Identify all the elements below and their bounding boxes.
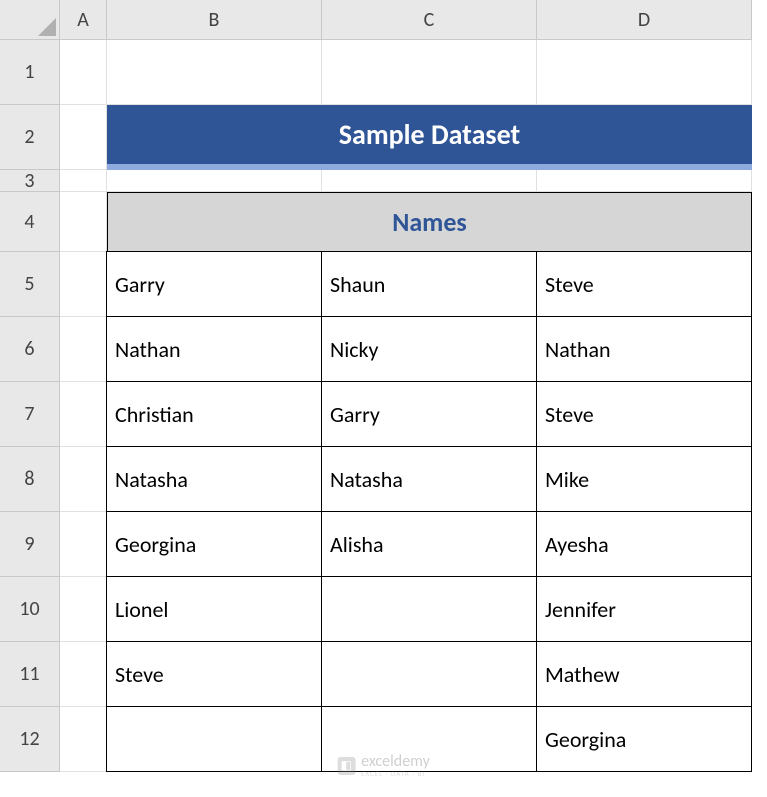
cell-b1[interactable] (107, 40, 322, 105)
col-header-a[interactable]: A (60, 0, 107, 40)
spreadsheet-grid: A B C D 1 2 Sample Dataset 3 4 Names 5 G… (0, 0, 767, 772)
row-header-1[interactable]: 1 (0, 40, 60, 105)
cell-b7[interactable]: Christian (106, 381, 322, 447)
cell-d1[interactable] (537, 40, 752, 105)
row-header-9[interactable]: 9 (0, 512, 60, 577)
cell-b8[interactable]: Natasha (106, 446, 322, 512)
title-cell[interactable]: Sample Dataset (107, 105, 752, 170)
cell-d12[interactable]: Georgina (536, 706, 752, 772)
col-header-c[interactable]: C (322, 0, 537, 40)
col-header-b[interactable]: B (107, 0, 322, 40)
select-all-corner[interactable] (0, 0, 60, 40)
watermark-sub: EXCEL · DATA · BI (361, 770, 430, 777)
cell-c5[interactable]: Shaun (321, 251, 537, 317)
cell-c8[interactable]: Natasha (321, 446, 537, 512)
cell-d8[interactable]: Mike (536, 446, 752, 512)
watermark-main: exceldemy (361, 754, 430, 770)
cell-c9[interactable]: Alisha (321, 511, 537, 577)
cell-b9[interactable]: Georgina (106, 511, 322, 577)
cell-b11[interactable]: Steve (106, 641, 322, 707)
cell-b3[interactable] (107, 170, 322, 192)
cell-a7[interactable] (60, 382, 107, 447)
col-header-d[interactable]: D (537, 0, 752, 40)
cell-a10[interactable] (60, 577, 107, 642)
cell-c1[interactable] (322, 40, 537, 105)
names-header[interactable]: Names (107, 192, 752, 252)
row-header-3[interactable]: 3 (0, 170, 60, 192)
cell-a11[interactable] (60, 642, 107, 707)
cell-d5[interactable]: Steve (536, 251, 752, 317)
row-header-12[interactable]: 12 (0, 707, 60, 772)
row-header-10[interactable]: 10 (0, 577, 60, 642)
cell-d9[interactable]: Ayesha (536, 511, 752, 577)
cell-a3[interactable] (60, 170, 107, 192)
row-header-2[interactable]: 2 (0, 105, 60, 170)
cell-a8[interactable] (60, 447, 107, 512)
cell-b5[interactable]: Garry (106, 251, 322, 317)
row-header-11[interactable]: 11 (0, 642, 60, 707)
watermark-text: exceldemy EXCEL · DATA · BI (361, 754, 430, 777)
cell-c10[interactable] (321, 576, 537, 642)
cell-a5[interactable] (60, 252, 107, 317)
cell-d6[interactable]: Nathan (536, 316, 752, 382)
cell-d3[interactable] (537, 170, 752, 192)
row-header-7[interactable]: 7 (0, 382, 60, 447)
watermark-icon: ◧ (337, 757, 355, 775)
cell-c3[interactable] (322, 170, 537, 192)
cell-b12[interactable] (106, 706, 322, 772)
cell-a12[interactable] (60, 707, 107, 772)
cell-d7[interactable]: Steve (536, 381, 752, 447)
cell-b10[interactable]: Lionel (106, 576, 322, 642)
watermark: ◧ exceldemy EXCEL · DATA · BI (337, 754, 430, 777)
cell-c6[interactable]: Nicky (321, 316, 537, 382)
row-header-8[interactable]: 8 (0, 447, 60, 512)
row-header-6[interactable]: 6 (0, 317, 60, 382)
cell-a2[interactable] (60, 105, 107, 170)
cell-b6[interactable]: Nathan (106, 316, 322, 382)
cell-d10[interactable]: Jennifer (536, 576, 752, 642)
cell-a9[interactable] (60, 512, 107, 577)
row-header-4[interactable]: 4 (0, 192, 60, 252)
cell-a4[interactable] (60, 192, 107, 252)
row-header-5[interactable]: 5 (0, 252, 60, 317)
cell-c11[interactable] (321, 641, 537, 707)
cell-d11[interactable]: Mathew (536, 641, 752, 707)
cell-a1[interactable] (60, 40, 107, 105)
cell-a6[interactable] (60, 317, 107, 382)
cell-c7[interactable]: Garry (321, 381, 537, 447)
